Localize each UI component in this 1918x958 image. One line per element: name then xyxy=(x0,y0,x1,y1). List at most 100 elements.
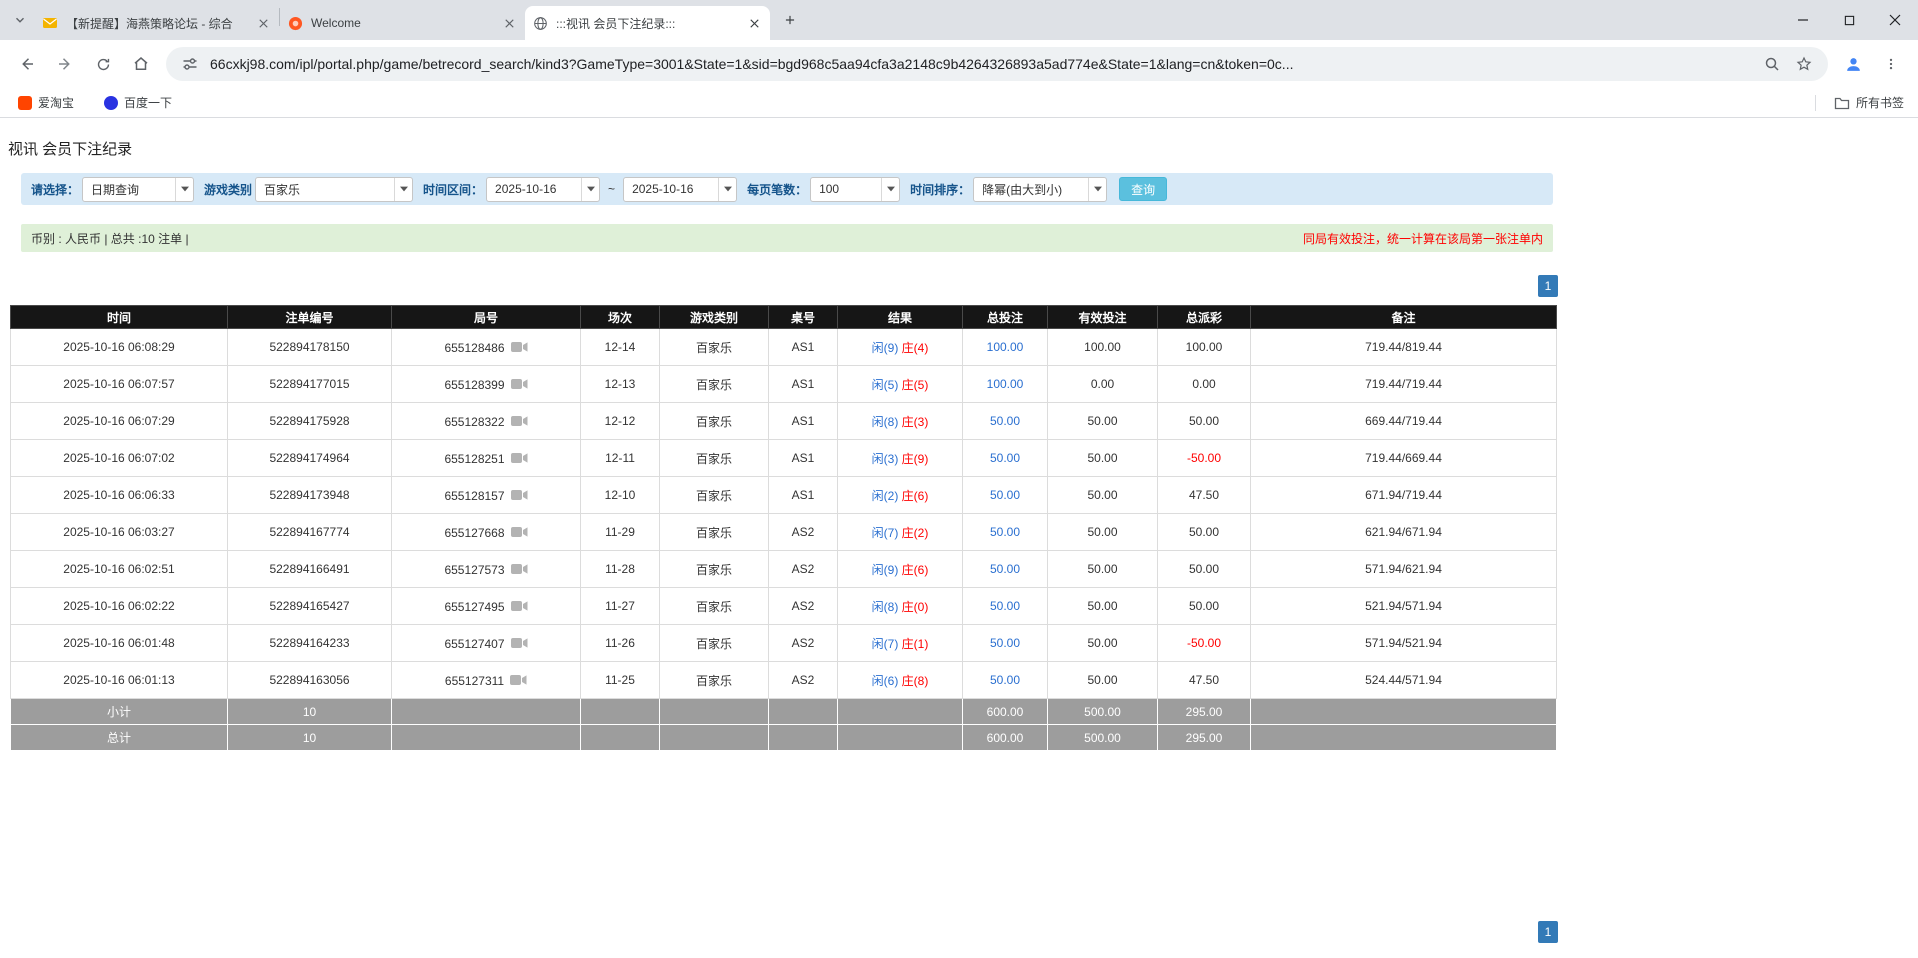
total-valid-bet: 500.00 xyxy=(1048,725,1158,751)
video-replay-icon[interactable] xyxy=(511,637,528,649)
minimize-button[interactable] xyxy=(1780,0,1826,40)
close-window-button[interactable] xyxy=(1872,0,1918,40)
cell-total-bet: 50.00 xyxy=(963,440,1048,477)
address-bar[interactable]: 66cxkj98.com/ipl/portal.php/game/betreco… xyxy=(166,47,1828,81)
tab-bet-records[interactable]: :::视讯 会员下注纪录::: xyxy=(525,6,770,40)
cell-bet-id: 522894173948 xyxy=(228,477,392,514)
header-payout: 总派彩 xyxy=(1158,306,1251,329)
cell-game-type: 百家乐 xyxy=(660,588,769,625)
cell-payout: -50.00 xyxy=(1158,440,1251,477)
cell-bet-id: 522894164233 xyxy=(228,625,392,662)
video-replay-icon[interactable] xyxy=(511,415,528,427)
tab-close-button[interactable] xyxy=(255,15,271,31)
time-sort-select[interactable]: 降幂(由大到小) xyxy=(973,177,1107,202)
bet-records-table: 时间 注单编号 局号 场次 游戏类别 桌号 结果 总投注 有效投注 总派彩 备注… xyxy=(10,305,1557,751)
total-bet-link[interactable]: 50.00 xyxy=(990,525,1020,539)
all-bookmarks-button[interactable]: 所有书签 xyxy=(1815,94,1904,111)
banker-result: 庄(4) xyxy=(902,341,929,355)
subtotal-payout: 295.00 xyxy=(1158,699,1251,725)
tab-forum[interactable]: 【新提醒】海燕策略论坛 - 综合 xyxy=(34,6,279,40)
total-bet-link[interactable]: 50.00 xyxy=(990,488,1020,502)
refresh-button[interactable] xyxy=(86,47,120,81)
tab-close-button[interactable] xyxy=(746,15,762,31)
tab-title: Welcome xyxy=(311,16,493,30)
banker-result: 庄(0) xyxy=(902,600,929,614)
new-tab-button[interactable] xyxy=(776,6,804,34)
player-result: 闲(7) xyxy=(872,637,899,651)
total-bet-link[interactable]: 50.00 xyxy=(990,562,1020,576)
page-number-button[interactable]: 1 xyxy=(1538,921,1558,943)
zoom-icon[interactable] xyxy=(1760,52,1784,76)
video-replay-icon[interactable] xyxy=(511,600,528,612)
cell-total-bet: 50.00 xyxy=(963,403,1048,440)
total-bet-link[interactable]: 50.00 xyxy=(990,599,1020,613)
table-row: 2025-10-16 06:01:48 522894164233 6551274… xyxy=(11,625,1557,662)
cell-payout: 50.00 xyxy=(1158,514,1251,551)
date-to-value: 2025-10-16 xyxy=(624,182,718,196)
cell-total-bet: 50.00 xyxy=(963,588,1048,625)
empty-cell xyxy=(660,725,769,751)
total-bet-link[interactable]: 100.00 xyxy=(987,340,1024,354)
tab-title: :::视讯 会员下注纪录::: xyxy=(556,15,738,32)
table-row: 2025-10-16 06:08:29 522894178150 6551284… xyxy=(11,329,1557,366)
cell-table: AS2 xyxy=(769,551,838,588)
total-bet-link[interactable]: 50.00 xyxy=(990,451,1020,465)
total-bet-link[interactable]: 50.00 xyxy=(990,636,1020,650)
player-result: 闲(9) xyxy=(872,563,899,577)
video-replay-icon[interactable] xyxy=(511,452,528,464)
video-replay-icon[interactable] xyxy=(511,489,528,501)
video-replay-icon[interactable] xyxy=(511,378,528,390)
bookmark-taobao[interactable]: 爱淘宝 xyxy=(14,91,78,115)
bookmark-baidu[interactable]: 百度一下 xyxy=(100,91,176,115)
back-button[interactable] xyxy=(10,47,44,81)
maximize-button[interactable] xyxy=(1826,0,1872,40)
range-separator: ~ xyxy=(608,182,615,196)
window-controls xyxy=(1780,0,1918,40)
cell-remark: 571.94/621.94 xyxy=(1251,551,1557,588)
refresh-icon xyxy=(95,56,112,73)
empty-cell xyxy=(769,725,838,751)
tab-welcome[interactable]: Welcome xyxy=(280,6,525,40)
cell-session: 11-25 xyxy=(581,662,660,699)
page-title: 视讯 会员下注纪录 xyxy=(8,138,1566,159)
table-row: 2025-10-16 06:07:02 522894174964 6551282… xyxy=(11,440,1557,477)
page-number-button[interactable]: 1 xyxy=(1538,275,1558,297)
round-number: 655127573 xyxy=(444,562,504,576)
cell-time: 2025-10-16 06:08:29 xyxy=(11,329,228,366)
video-replay-icon[interactable] xyxy=(511,563,528,575)
cell-round: 655128322 xyxy=(392,403,581,440)
total-bet-link[interactable]: 50.00 xyxy=(990,414,1020,428)
total-label: 总计 xyxy=(11,725,228,751)
url-text[interactable]: 66cxkj98.com/ipl/portal.php/game/betreco… xyxy=(210,56,1752,72)
total-bet-link[interactable]: 100.00 xyxy=(987,377,1024,391)
cell-game-type: 百家乐 xyxy=(660,477,769,514)
query-type-select[interactable]: 日期查询 xyxy=(82,177,194,202)
video-replay-icon[interactable] xyxy=(511,526,528,538)
close-icon xyxy=(750,19,759,28)
game-type-select[interactable]: 百家乐 xyxy=(255,177,413,202)
date-from-select[interactable]: 2025-10-16 xyxy=(486,177,600,202)
table-row: 2025-10-16 06:01:13 522894163056 6551273… xyxy=(11,662,1557,699)
player-result: 闲(5) xyxy=(872,378,899,392)
menu-button[interactable] xyxy=(1874,47,1908,81)
tab-close-button[interactable] xyxy=(501,15,517,31)
site-info-icon[interactable] xyxy=(178,52,202,76)
profile-button[interactable] xyxy=(1836,47,1870,81)
total-bet-link[interactable]: 50.00 xyxy=(990,673,1020,687)
cell-total-bet: 50.00 xyxy=(963,551,1048,588)
search-button[interactable]: 查询 xyxy=(1119,177,1167,201)
cell-result: 闲(5) 庄(5) xyxy=(838,366,963,403)
cell-bet-id: 522894177015 xyxy=(228,366,392,403)
player-result: 闲(3) xyxy=(872,452,899,466)
bookmark-star-icon[interactable] xyxy=(1792,52,1816,76)
date-to-select[interactable]: 2025-10-16 xyxy=(623,177,737,202)
forward-button[interactable] xyxy=(48,47,82,81)
tab-search-button[interactable] xyxy=(6,6,34,34)
query-type-value: 日期查询 xyxy=(83,181,175,198)
home-button[interactable] xyxy=(124,47,158,81)
per-page-select[interactable]: 100 xyxy=(810,177,900,202)
chevron-down-icon xyxy=(13,13,27,27)
video-replay-icon[interactable] xyxy=(510,674,527,686)
video-replay-icon[interactable] xyxy=(511,341,528,353)
cell-session: 11-29 xyxy=(581,514,660,551)
